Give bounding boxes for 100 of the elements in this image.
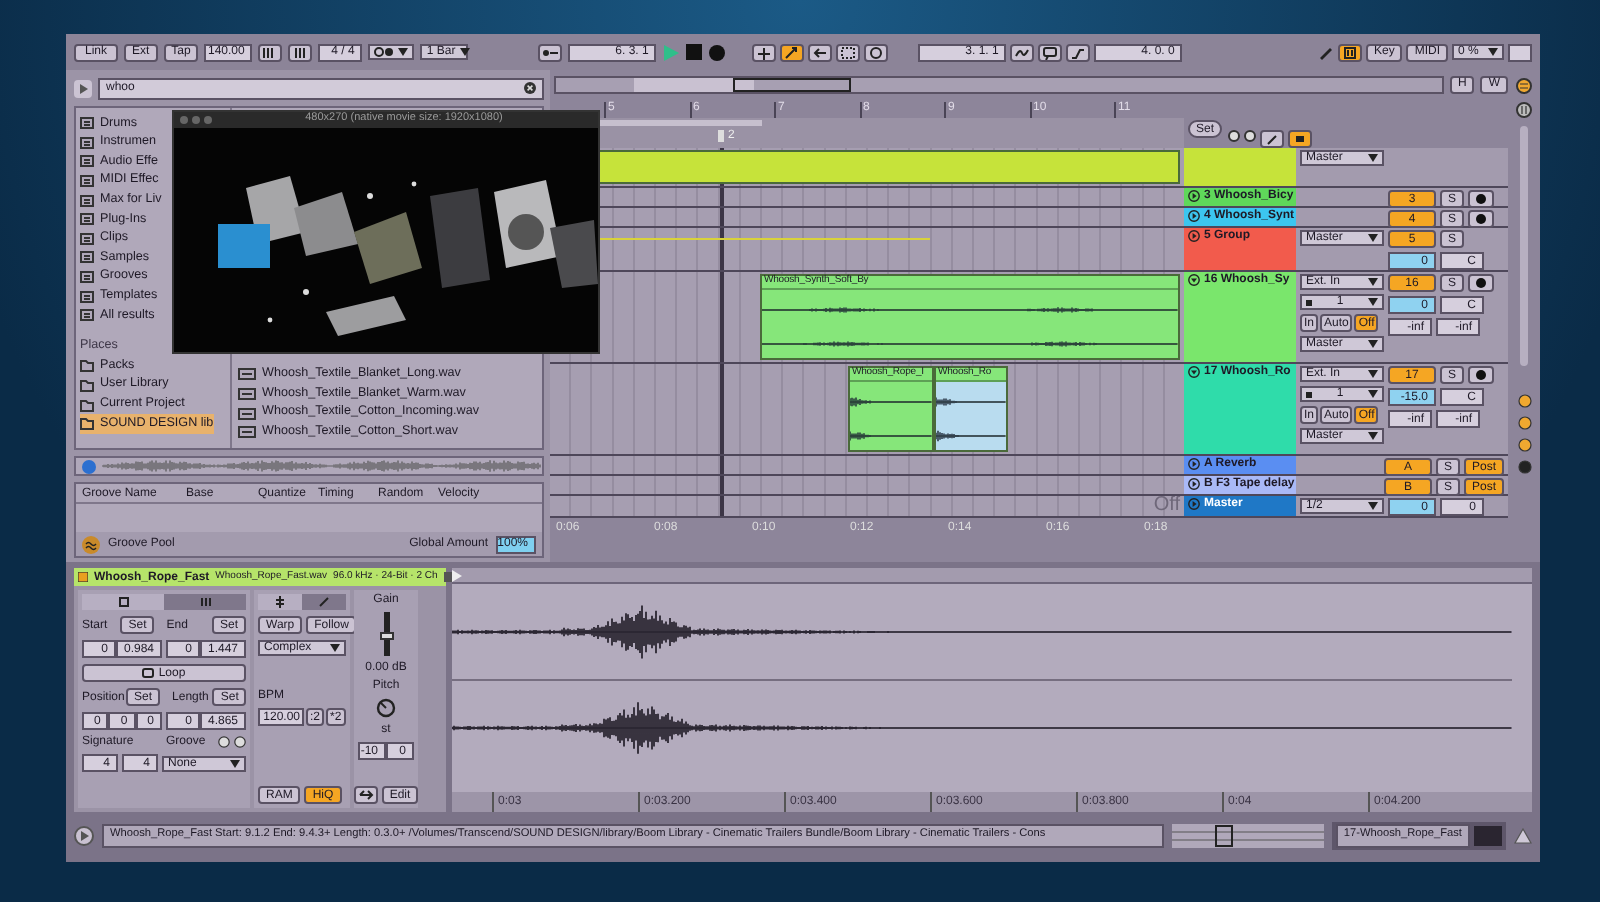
unfold-icon[interactable]	[1188, 230, 1200, 242]
caret-icon	[1368, 298, 1378, 306]
audio-file-icon	[238, 388, 256, 401]
output-meter	[1508, 43, 1532, 61]
square-icon	[1306, 391, 1312, 397]
panel-tab[interactable]	[302, 594, 346, 610]
record-icon[interactable]	[708, 43, 727, 61]
caret-icon	[1488, 48, 1498, 56]
circle-icon	[868, 45, 885, 59]
gain-slider[interactable]	[383, 612, 389, 656]
caret-icon	[230, 759, 240, 767]
square-icon	[1306, 299, 1312, 305]
nudge-down-button[interactable]	[258, 43, 283, 61]
audio-file-icon	[238, 368, 256, 381]
frame-icon	[840, 45, 857, 59]
panel-tab[interactable]	[258, 594, 302, 610]
slider-thumb[interactable]	[379, 632, 393, 641]
back-button[interactable]	[808, 43, 833, 61]
panel-tab[interactable]	[82, 594, 164, 610]
overdub-button[interactable]	[752, 43, 777, 61]
line-icon	[1264, 132, 1281, 146]
list-icon	[80, 154, 94, 169]
list-icon	[80, 289, 94, 304]
circle-icon[interactable]	[1517, 438, 1531, 452]
caret-icon	[1368, 432, 1378, 440]
stop-icon[interactable]	[686, 44, 703, 60]
curve-icon	[1014, 45, 1031, 59]
loop-switch-button[interactable]	[1038, 43, 1063, 61]
pitch-knob[interactable]	[376, 698, 396, 718]
loop-icon	[1042, 45, 1059, 59]
list-icon	[80, 135, 94, 150]
panel-tab[interactable]	[164, 594, 246, 610]
list-icon	[80, 174, 94, 189]
groove-icon[interactable]	[218, 736, 230, 748]
circle-icon[interactable]	[1517, 416, 1531, 430]
caret-icon	[1368, 154, 1378, 162]
clear-icon[interactable]	[524, 82, 536, 94]
pencil-icon[interactable]	[1317, 44, 1334, 60]
list-icon	[80, 308, 94, 323]
previous-locator-icon[interactable]	[1228, 130, 1241, 142]
view-button[interactable]	[1288, 130, 1313, 148]
record-dot-icon	[1476, 214, 1487, 224]
record-dot-icon	[1476, 370, 1487, 380]
caret-icon	[398, 48, 409, 56]
unfold-icon[interactable]	[1188, 210, 1200, 222]
arm-button[interactable]	[1468, 210, 1495, 228]
plus-icon	[756, 45, 773, 59]
hot-swap-icon[interactable]	[234, 736, 246, 748]
metronome-dropdown[interactable]	[368, 44, 415, 60]
caret-icon	[1368, 278, 1378, 286]
arm-button[interactable]	[1468, 274, 1495, 292]
start-marker-icon[interactable]	[452, 569, 462, 581]
mini-overview[interactable]	[1171, 823, 1324, 847]
follow-button[interactable]	[780, 43, 805, 61]
arrow-icon	[784, 45, 801, 59]
nudge-up-button[interactable]	[288, 43, 313, 61]
key-map-button[interactable]	[1337, 43, 1362, 61]
unfold-icon[interactable]	[1188, 190, 1200, 202]
list-icon	[80, 270, 94, 285]
fold-button[interactable]	[1260, 130, 1285, 148]
arm-button[interactable]	[1468, 190, 1495, 208]
pencil-icon	[199, 596, 211, 608]
curve-icon	[1070, 45, 1087, 59]
metronome-icon	[374, 46, 395, 58]
warning-icon[interactable]	[1514, 827, 1532, 843]
list-icon[interactable]	[1516, 78, 1532, 94]
caret-icon	[1368, 390, 1378, 398]
arrows-icon	[357, 788, 374, 802]
next-locator-icon[interactable]	[1244, 130, 1257, 142]
fold-icon[interactable]	[1188, 274, 1200, 286]
caret-icon	[1368, 340, 1378, 348]
scroll-bar[interactable]	[1520, 126, 1528, 366]
audio-file-icon	[238, 407, 256, 420]
arrangement-overview[interactable]	[554, 75, 1444, 93]
capture-button[interactable]	[836, 43, 861, 61]
dot-line-icon	[542, 45, 559, 59]
loop-icon	[142, 668, 155, 678]
punch-out-button[interactable]	[1066, 43, 1091, 61]
clip-icon	[274, 596, 286, 608]
unfold-icon[interactable]	[1188, 478, 1200, 490]
arm-button[interactable]	[1468, 366, 1495, 384]
circle-icon[interactable]	[1517, 394, 1531, 408]
play-icon[interactable]	[74, 825, 94, 845]
circle-icon[interactable]	[1517, 460, 1531, 474]
punch-in-button[interactable]	[1010, 43, 1035, 61]
caret-icon	[330, 644, 340, 652]
swap-button[interactable]	[353, 786, 378, 804]
preview-icon[interactable]	[74, 79, 92, 97]
loop-button[interactable]	[864, 43, 889, 61]
record-dot-icon	[1476, 278, 1487, 288]
color-swatch	[1474, 825, 1502, 845]
fold-icon[interactable]	[1188, 366, 1200, 378]
square-icon	[1292, 132, 1309, 146]
follow-song-button[interactable]	[538, 43, 563, 61]
unfold-icon[interactable]	[1188, 458, 1200, 470]
list-icon	[80, 212, 94, 227]
columns-icon[interactable]	[1516, 102, 1532, 118]
clip-activator-icon[interactable]	[78, 572, 88, 582]
bars-icon	[292, 45, 309, 59]
pencil-icon	[318, 596, 330, 608]
